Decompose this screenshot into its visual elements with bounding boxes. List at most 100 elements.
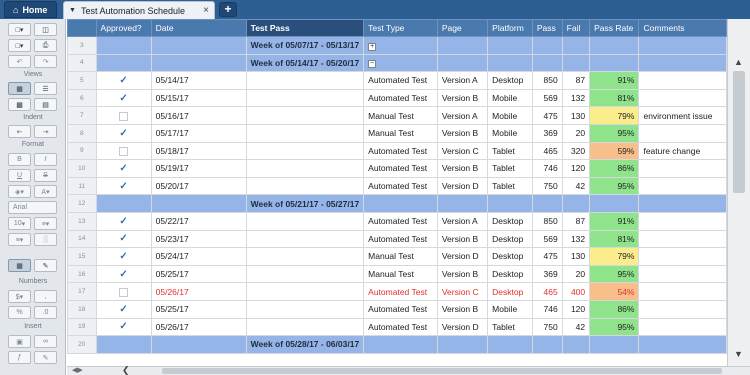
col-header-test-type[interactable]: Test Type [363, 19, 438, 37]
print-icon[interactable]: ⎙ [34, 39, 57, 52]
pass-cell[interactable] [531, 335, 563, 354]
approved-checkbox[interactable]: ✓ [95, 211, 152, 231]
col-header-approved[interactable]: Approved? [95, 19, 152, 37]
test-type-cell[interactable] [363, 335, 438, 354]
test-type-cell[interactable]: − [363, 53, 438, 73]
approved-cell[interactable] [95, 194, 152, 213]
fail-cell[interactable]: 400 [561, 282, 591, 301]
horizontal-scroll-thumb[interactable] [162, 368, 722, 374]
fail-cell[interactable]: 130 [561, 247, 591, 266]
test-type-cell[interactable]: Automated Test [363, 317, 438, 337]
scroll-left-icon[interactable]: ❮ [122, 365, 130, 375]
date-cell[interactable]: 05/18/17 [150, 141, 247, 161]
comments-cell[interactable] [638, 229, 727, 249]
pass-cell[interactable]: 850 [531, 71, 563, 90]
date-cell[interactable]: 05/16/17 [150, 106, 247, 125]
platform-cell[interactable] [487, 53, 533, 73]
week-title[interactable]: Week of 05/28/17 - 06/03/17 [245, 335, 365, 354]
page-cell[interactable]: Version D [436, 176, 489, 196]
test-pass-cell[interactable] [245, 141, 365, 161]
strikethrough-icon[interactable]: S [34, 169, 57, 182]
week-title[interactable]: Week of 05/14/17 - 05/20/17 [245, 53, 365, 73]
date-cell[interactable] [150, 53, 247, 73]
test-pass-cell[interactable] [245, 264, 365, 284]
pass-cell[interactable]: 465 [531, 282, 563, 301]
indent-icon[interactable]: ⇥ [34, 125, 57, 138]
page-cell[interactable]: Version B [436, 299, 489, 319]
italic-icon[interactable]: I [34, 153, 57, 166]
comments-cell[interactable] [638, 53, 727, 73]
date-cell[interactable]: 05/19/17 [150, 159, 247, 178]
fail-cell[interactable]: 132 [561, 229, 591, 249]
date-cell[interactable] [150, 335, 247, 354]
fail-cell[interactable]: 87 [561, 211, 591, 231]
date-cell[interactable]: 05/26/17 [150, 317, 247, 337]
test-type-cell[interactable]: Automated Test [363, 141, 438, 161]
pass-rate-cell[interactable]: 91% [589, 71, 640, 90]
approved-checkbox[interactable]: ✓ [95, 299, 152, 319]
insert-link-icon[interactable]: ∞ [34, 335, 57, 348]
row-number[interactable]: 18 [67, 299, 97, 319]
platform-cell[interactable]: Tablet [487, 159, 533, 178]
insert-image-icon[interactable]: ▣ [8, 335, 31, 348]
test-pass-cell[interactable] [245, 176, 365, 196]
pass-rate-cell[interactable]: 86% [589, 299, 640, 319]
fail-cell[interactable]: 87 [561, 71, 591, 90]
date-cell[interactable] [150, 194, 247, 213]
pass-cell[interactable]: 369 [531, 264, 563, 284]
scroll-down-icon[interactable]: ▼ [734, 349, 743, 359]
pass-cell[interactable]: 850 [531, 211, 563, 231]
pass-rate-cell[interactable]: 95% [589, 317, 640, 337]
highlight-icon[interactable]: ░ [34, 233, 57, 246]
comments-cell[interactable] [638, 211, 727, 231]
approved-cell[interactable] [95, 36, 152, 55]
pass-rate-cell[interactable]: 81% [589, 88, 640, 108]
font-size-select[interactable]: 10 ▾ [8, 217, 31, 230]
row-number[interactable]: 19 [67, 317, 97, 337]
fail-cell[interactable]: 130 [561, 106, 591, 125]
approved-checkbox[interactable]: ✓ [95, 176, 152, 196]
approved-checkbox[interactable]: ✓ [95, 88, 152, 108]
pass-cell[interactable]: 750 [531, 317, 563, 337]
add-tab-button[interactable]: + [219, 2, 237, 17]
test-type-cell[interactable]: Automated Test [363, 282, 438, 301]
platform-cell[interactable]: Mobile [487, 106, 533, 125]
vertical-scrollbar[interactable]: ▲ ▼ [727, 19, 750, 366]
test-pass-cell[interactable] [245, 317, 365, 337]
fail-cell[interactable] [561, 194, 591, 213]
test-pass-cell[interactable] [245, 299, 365, 319]
currency-icon[interactable]: $▾ [8, 290, 31, 303]
page-cell[interactable]: Version C [436, 141, 489, 161]
row-number[interactable]: 20 [67, 335, 97, 354]
comments-cell[interactable] [638, 282, 727, 301]
platform-cell[interactable]: Desktop [487, 264, 533, 284]
save-icon[interactable]: ◫ [34, 23, 57, 36]
date-cell[interactable]: 05/25/17 [150, 264, 247, 284]
row-number[interactable]: 15 [67, 247, 97, 266]
underline-icon[interactable]: U [8, 169, 31, 182]
comments-cell[interactable] [638, 123, 727, 143]
horizontal-scrollbar[interactable]: ◀▶ ❮ [67, 365, 750, 375]
platform-cell[interactable]: Desktop [487, 71, 533, 90]
comments-cell[interactable] [638, 247, 727, 266]
page-cell[interactable]: Version D [436, 247, 489, 266]
pass-rate-cell[interactable] [589, 53, 640, 73]
fail-cell[interactable]: 132 [561, 88, 591, 108]
test-type-cell[interactable]: Automated Test [363, 176, 438, 196]
col-header-test-pass[interactable]: Test Pass [245, 19, 365, 37]
fail-cell[interactable] [561, 36, 591, 55]
fail-cell[interactable]: 120 [561, 159, 591, 178]
bold-icon[interactable]: B [8, 153, 31, 166]
card-view-icon[interactable]: ▩ [8, 98, 31, 111]
test-pass-cell[interactable] [245, 106, 365, 125]
test-type-cell[interactable]: Automated Test [363, 211, 438, 231]
pass-rate-cell[interactable]: 95% [589, 176, 640, 196]
row-number[interactable]: 13 [67, 211, 97, 231]
platform-cell[interactable]: Tablet [487, 176, 533, 196]
date-cell[interactable]: 05/22/17 [150, 211, 247, 231]
test-pass-cell[interactable] [245, 247, 365, 266]
test-pass-cell[interactable] [245, 71, 365, 90]
align-left-icon[interactable]: ≡▾ [34, 217, 57, 230]
week-title[interactable]: Week of 05/07/17 - 05/13/17 [245, 36, 365, 55]
pass-rate-cell[interactable]: 79% [589, 106, 640, 125]
